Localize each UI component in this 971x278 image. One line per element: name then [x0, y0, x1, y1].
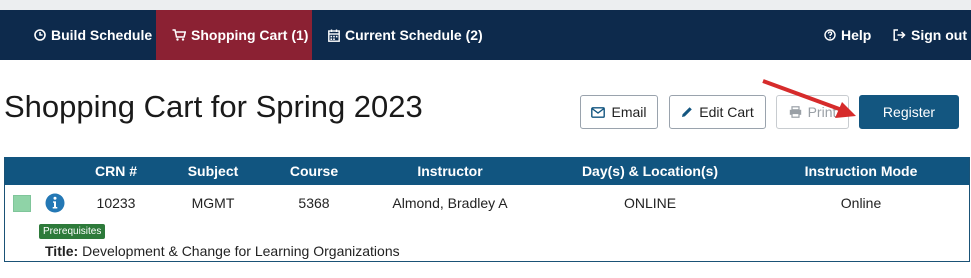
cell-instructor: Almond, Bradley A: [392, 195, 508, 211]
prerequisites-badge[interactable]: Prerequisites: [39, 224, 106, 239]
cell-location: ONLINE: [623, 195, 677, 211]
header-days-location: Day(s) & Location(s): [581, 163, 719, 179]
cart-table: CRN # Subject Course Instructor Day(s) &…: [4, 157, 970, 262]
course-title-line: Title: Development & Change for Learning…: [45, 243, 400, 259]
cell-instruction-mode: Online: [840, 195, 882, 211]
header-instruction-mode: Instruction Mode: [804, 163, 918, 179]
cell-subject: MGMT: [191, 195, 235, 211]
cell-course: 5368: [298, 195, 330, 211]
cell-crn: 10233: [96, 195, 136, 211]
header-subject: Subject: [187, 163, 239, 179]
table-header-row: CRN # Subject Course Instructor Day(s) &…: [5, 157, 969, 185]
row-select-checkbox[interactable]: [13, 195, 31, 212]
header-course: Course: [289, 163, 339, 179]
course-title-value: Development & Change for Learning Organi…: [82, 243, 400, 259]
header-crn: CRN #: [94, 163, 138, 179]
course-title-label: Title:: [45, 243, 79, 259]
header-instructor: Instructor: [417, 163, 483, 179]
info-icon[interactable]: [45, 193, 65, 213]
